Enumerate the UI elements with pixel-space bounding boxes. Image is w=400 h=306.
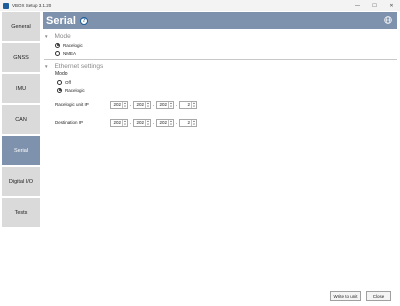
nav-item-can[interactable]: CAN bbox=[2, 105, 40, 134]
stepper-arrows-icon[interactable]: ▲ ▼ bbox=[145, 119, 150, 126]
write-to-unit-button[interactable]: Write to unit bbox=[330, 291, 361, 301]
maximize-button[interactable]: ☐ bbox=[366, 0, 383, 11]
radio-label: Off bbox=[65, 79, 71, 85]
mode-section-header[interactable]: ▼ Mode bbox=[44, 33, 397, 40]
ip-octet-stepper[interactable]: 202 ▲ ▼ bbox=[133, 118, 151, 127]
radio-button[interactable] bbox=[57, 87, 62, 93]
ethernet-option-racelogic[interactable]: Racelogic bbox=[57, 86, 397, 94]
ethernet-heading: Ethernet settings bbox=[54, 63, 104, 70]
stepper-arrows-icon[interactable]: ▲ ▼ bbox=[191, 119, 196, 126]
stepper-arrows-icon[interactable]: ▲ ▼ bbox=[168, 119, 173, 126]
radio-button[interactable] bbox=[55, 42, 60, 48]
nav-item-general[interactable]: General bbox=[2, 12, 40, 41]
radio-label: Racelogic bbox=[63, 42, 83, 48]
dest-ip-row: Destination IP 202 ▲ ▼ . 202 ▲ ▼ . 202 ▲ ▼ . 2… bbox=[55, 118, 197, 127]
page-header: Serial ? bbox=[43, 12, 397, 29]
unit-ip-label: Racelogic unit IP bbox=[55, 102, 89, 107]
ethernet-option-off[interactable]: Off bbox=[57, 78, 397, 86]
ip-octet-stepper[interactable]: 2 ▲ ▼ bbox=[179, 100, 197, 109]
stepper-arrows-icon[interactable]: ▲ ▼ bbox=[191, 101, 196, 108]
mode-options: Racelogic NMEA bbox=[55, 41, 397, 57]
radio-button[interactable] bbox=[57, 79, 62, 85]
window-title: VBOX Setup 3.1.20 bbox=[12, 3, 52, 8]
ip-octet-stepper[interactable]: 202 ▲ ▼ bbox=[110, 100, 128, 109]
modo-label: Modo bbox=[55, 71, 68, 77]
page-title: Serial bbox=[46, 14, 76, 27]
stepper-arrows-icon[interactable]: ▲ ▼ bbox=[145, 101, 150, 108]
nav-item-tests[interactable]: Tests bbox=[2, 198, 40, 227]
nav-item-digital-io[interactable]: Digital I/O bbox=[2, 167, 40, 196]
app-icon bbox=[3, 2, 9, 9]
main-panel: Serial ? ▼ Mode Racelogic NMEA ▼ Etherne… bbox=[43, 12, 397, 127]
ethernet-settings: Modo Off Racelogic Racelogic unit IP 202… bbox=[55, 71, 397, 127]
dest-ip-label: Destination IP bbox=[55, 120, 84, 125]
stepper-arrows-icon[interactable]: ▲ ▼ bbox=[122, 101, 127, 108]
radio-label: NMEA bbox=[63, 50, 77, 56]
title-bar: VBOX Setup 3.1.20 — ☐ ✕ bbox=[0, 0, 400, 11]
mode-option-nmea[interactable]: NMEA bbox=[55, 49, 397, 57]
globe-icon[interactable] bbox=[384, 16, 392, 24]
help-icon[interactable]: ? bbox=[79, 16, 88, 25]
close-button[interactable]: Close bbox=[366, 291, 391, 301]
mode-heading: Mode bbox=[54, 33, 71, 40]
nav-item-gnss[interactable]: GNSS bbox=[2, 43, 40, 72]
stepper-arrows-icon[interactable]: ▲ ▼ bbox=[168, 101, 173, 108]
collapse-chevron-icon[interactable]: ▼ bbox=[44, 34, 48, 39]
ip-octet-stepper[interactable]: 202 ▲ ▼ bbox=[156, 100, 174, 109]
ip-octet-stepper[interactable]: 202 ▲ ▼ bbox=[133, 100, 151, 109]
ip-octet-stepper[interactable]: 2 ▲ ▼ bbox=[179, 118, 197, 127]
ethernet-section-header[interactable]: ▼ Ethernet settings bbox=[44, 63, 397, 70]
stepper-arrows-icon[interactable]: ▲ ▼ bbox=[122, 119, 127, 126]
nav-item-serial[interactable]: Serial bbox=[2, 136, 40, 165]
radio-button[interactable] bbox=[55, 50, 60, 56]
section-divider bbox=[44, 59, 397, 60]
ip-octet-stepper[interactable]: 202 ▲ ▼ bbox=[110, 118, 128, 127]
mode-option-racelogic[interactable]: Racelogic bbox=[55, 41, 397, 49]
sidebar-nav: General GNSS IMU CAN Serial Digital I/O … bbox=[2, 12, 40, 229]
close-window-button[interactable]: ✕ bbox=[383, 0, 400, 11]
collapse-chevron-icon[interactable]: ▼ bbox=[44, 64, 48, 69]
radio-label: Racelogic bbox=[65, 87, 85, 93]
minimize-button[interactable]: — bbox=[349, 0, 366, 11]
ip-octet-stepper[interactable]: 202 ▲ ▼ bbox=[156, 118, 174, 127]
unit-ip-row: Racelogic unit IP 202 ▲ ▼ . 202 ▲ ▼ . 202 ▲ ▼ … bbox=[55, 100, 197, 109]
nav-item-imu[interactable]: IMU bbox=[2, 74, 40, 103]
